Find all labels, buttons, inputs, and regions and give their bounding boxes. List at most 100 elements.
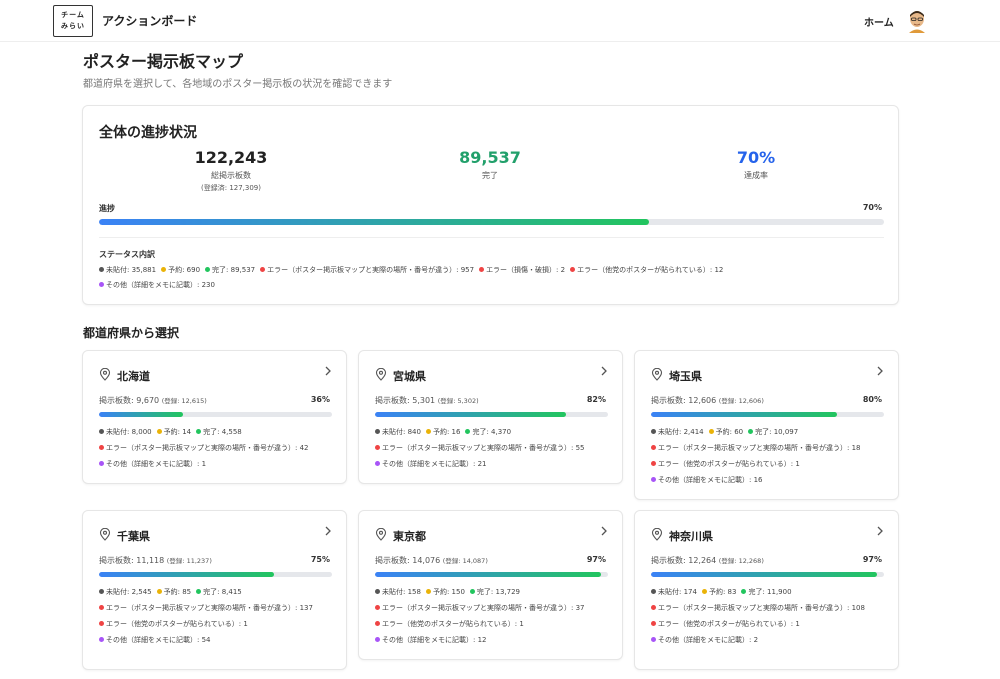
status-dot-icon [651, 588, 656, 594]
status-line: エラー（ポスター掲示板マップと実際の場所・番号が違う）: 42 [99, 443, 309, 453]
prefecture-status-item: 予約: 60 [708, 428, 744, 436]
status-line: エラー（他党のポスターが貼られている）: 1 [99, 619, 248, 629]
status-text: エラー（他党のポスターが貼られている）: 1 [106, 620, 248, 628]
board-count-text: 掲示板数: 9,670 [99, 396, 160, 405]
completion-percent: 97% [586, 555, 606, 564]
prefecture-progress-bar [651, 572, 884, 577]
status-text: 未貼付: 2,545 [106, 588, 152, 596]
status-text: 完了: 4,558 [203, 428, 242, 436]
overall-status-item: 未貼付: 35,881 [99, 266, 156, 274]
status-text: その他（詳細をメモに記載）: 16 [658, 476, 763, 484]
registered-count: (登録: 5,302) [437, 397, 479, 405]
prefecture-status-item: 完了: 4,558 [196, 428, 242, 436]
prefecture-status-item: 予約: 16 [425, 428, 461, 436]
prefecture-status-item: 未貼付: 2,414 [651, 428, 704, 436]
status-line: その他（詳細をメモに記載）: 12 [375, 635, 487, 645]
status-text: 予約: 60 [715, 428, 744, 436]
total-boards-label: 総掲示板数 [211, 171, 251, 180]
chevron-right-icon[interactable] [876, 366, 884, 376]
status-text: 完了: 13,729 [476, 588, 520, 596]
status-dot-icon [651, 476, 656, 482]
prefecture-status-item: 未貼付: 174 [651, 588, 697, 596]
prefecture-status-item: その他（詳細をメモに記載）: 54 [99, 636, 211, 644]
chevron-right-icon[interactable] [324, 366, 332, 376]
overall-status-item: エラー（他党のポスターが貼られている）: 12 [570, 266, 723, 274]
prefecture-card[interactable]: 東京都 掲示板数: 14,076 (登録: 14,087) 97% 未貼付: 1… [358, 510, 623, 660]
prefecture-status-item: エラー（ポスター掲示板マップと実際の場所・番号が違う）: 18 [651, 444, 861, 452]
prefecture-status-item: その他（詳細をメモに記載）: 16 [651, 476, 763, 484]
prefecture-name: 宮城県 [393, 370, 426, 383]
status-dot-icon [375, 444, 380, 450]
page-title: ポスター掲示板マップ [83, 52, 244, 71]
status-line: 未貼付: 2,414 予約: 60 完了: 10,097 [651, 427, 798, 437]
status-text: 予約: 16 [432, 428, 461, 436]
completion-percent: 75% [310, 555, 330, 564]
prefecture-card[interactable]: 北海道 掲示板数: 9,670 (登録: 12,615) 36% 未貼付: 8,… [82, 350, 347, 484]
map-pin-icon [375, 528, 387, 541]
status-line: その他（詳細をメモに記載）: 1 [99, 459, 206, 469]
overall-status-item: その他（詳細をメモに記載）: 230 [99, 281, 215, 289]
chevron-right-icon[interactable] [600, 366, 608, 376]
home-link[interactable]: ホーム [864, 14, 894, 29]
status-dot-icon [651, 428, 656, 434]
status-dot-icon [375, 460, 380, 466]
map-pin-icon [99, 528, 111, 541]
prefecture-name: 北海道 [117, 370, 150, 383]
overall-status-item: 完了: 89,537 [205, 266, 255, 274]
board-count: 掲示板数: 9,670 (登録: 12,615) [99, 395, 207, 406]
status-line: エラー（ポスター掲示板マップと実際の場所・番号が違う）: 37 [375, 603, 585, 613]
status-dot-icon [748, 428, 754, 434]
prefecture-status-item: 予約: 83 [701, 588, 736, 596]
prefecture-status-item: 予約: 150 [425, 588, 465, 596]
status-breakdown-line-2: その他（詳細をメモに記載）: 230 [99, 280, 215, 290]
completion-percent: 36% [310, 395, 330, 404]
completion-percent: 97% [862, 555, 882, 564]
app-title[interactable]: アクションボード [102, 12, 197, 29]
status-dot-icon [99, 460, 104, 466]
chevron-right-icon[interactable] [324, 526, 332, 536]
status-text: 未貼付: 158 [382, 588, 421, 596]
prefecture-status-item: エラー（他党のポスターが貼られている）: 1 [375, 620, 524, 628]
prefecture-card[interactable]: 埼玉県 掲示板数: 12,606 (登録: 12,606) 80% 未貼付: 2… [634, 350, 899, 500]
user-avatar-icon[interactable] [906, 9, 928, 33]
prefecture-progress-fill [375, 412, 567, 417]
prefecture-progress-bar [651, 412, 884, 417]
status-line: 未貼付: 174 予約: 83 完了: 11,900 [651, 587, 792, 597]
map-pin-icon [651, 368, 663, 381]
overall-progress-bar [99, 219, 884, 225]
status-text: 完了: 8,415 [203, 588, 242, 596]
status-dot-icon [425, 428, 431, 434]
completion-percent: 82% [586, 395, 606, 404]
chevron-right-icon[interactable] [876, 526, 884, 536]
status-text: エラー（他党のポスターが貼られている）: 1 [382, 620, 524, 628]
completion-percent: 80% [862, 395, 882, 404]
status-dot-icon [701, 588, 707, 594]
overall-title: 全体の進捗状況 [99, 125, 197, 141]
status-text: エラー（ポスター掲示板マップと実際の場所・番号が違う）: 137 [106, 604, 313, 612]
status-text: 未貼付: 2,414 [658, 428, 704, 436]
chevron-right-icon[interactable] [600, 526, 608, 536]
prefecture-card[interactable]: 千葉県 掲示板数: 11,118 (登録: 11,237) 75% 未貼付: 2… [82, 510, 347, 670]
page-subtitle: 都道府県を選択して、各地域のポスター掲示板の状況を確認できます [83, 79, 393, 90]
team-mirai-logo[interactable]: チーム みらい [53, 5, 93, 37]
total-boards-value: 122,243 [194, 148, 268, 167]
status-dot-icon [99, 604, 104, 610]
status-dot-icon [479, 266, 485, 272]
status-text: その他（詳細をメモに記載）: 54 [106, 636, 211, 644]
board-count: 掲示板数: 12,606 (登録: 12,606) [651, 395, 764, 406]
prefecture-progress-fill [99, 572, 274, 577]
status-line: エラー（他党のポスターが貼られている）: 1 [375, 619, 524, 629]
status-dot-icon [99, 428, 104, 434]
prefecture-name: 神奈川県 [669, 530, 713, 543]
prefecture-card[interactable]: 宮城県 掲示板数: 5,301 (登録: 5,302) 82% 未貼付: 840… [358, 350, 623, 484]
prefecture-status-item: 完了: 11,900 [741, 588, 792, 596]
status-dot-icon [651, 460, 656, 466]
status-text: 完了: 10,097 [755, 428, 799, 436]
status-text: エラー（ポスター掲示板マップと実際の場所・番号が違う）: 55 [382, 444, 585, 452]
status-dot-icon [99, 444, 104, 450]
total-boards-stat: 122,243 総掲示板数 (登録済: 127,309) [151, 148, 311, 193]
status-dot-icon [651, 620, 656, 626]
prefecture-status-item: エラー（ポスター掲示板マップと実際の場所・番号が違う）: 55 [375, 444, 585, 452]
prefecture-card[interactable]: 神奈川県 掲示板数: 12,264 (登録: 12,268) 97% 未貼付: … [634, 510, 899, 670]
status-dot-icon [375, 636, 380, 642]
